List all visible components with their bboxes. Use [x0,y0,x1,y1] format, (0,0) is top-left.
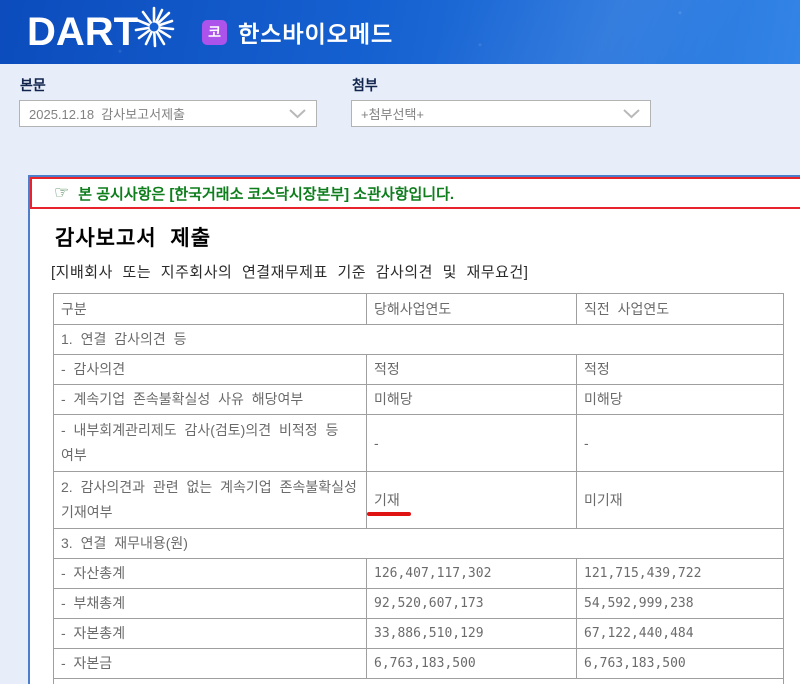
prior-year-value: 6,763,183,500 [577,649,784,679]
row-label: - 자본총계 [54,619,367,649]
row-label: - 계속기업 존속불확실성 사유 해당여부 [54,385,367,415]
top-header: DART 코 한스바이오메드 [0,0,800,64]
prior-year-value: 적정 [577,355,784,385]
jurisdiction-notice-text: 본 공시사항은 [한국거래소 코스닥시장본부] 소관사항입니다. [78,183,454,204]
dart-logo[interactable]: DART [27,12,177,52]
chevron-down-icon [622,108,641,119]
market-badge-kosdaq: 코 [202,20,227,45]
table-row: 3. 연결 재무내용(원) [54,529,784,559]
report-subtitle: [지배회사 또는 지주회사의 연결재무제표 기준 감사의견 및 재무요건] [51,264,800,282]
prior-year-value: 54,592,999,238 [577,589,784,619]
document-select[interactable]: 2025.12.18 감사보고서제출 [19,100,317,127]
document-viewer: ☞ 본 공시사항은 [한국거래소 코스닥시장본부] 소관사항입니다. 감사보고서… [28,175,800,684]
table-header-row: 구분 당해사업연도 직전 사업연도 [54,294,784,325]
audit-report-table: 구분 당해사업연도 직전 사업연도 1. 연결 감사의견 등- 감사의견적정적정… [53,293,784,684]
current-year-value: 미해당 [367,385,577,415]
table-row: - 감사의견적정적정 [54,355,784,385]
row-label: - 감사의견 [54,355,367,385]
current-year-value: 적정 [367,355,577,385]
red-underlined-value: 기재 [374,488,400,513]
table-row: - 자본금6,763,183,5006,763,183,500 [54,649,784,679]
current-year-value: - [367,415,577,472]
jurisdiction-notice: ☞ 본 공시사항은 [한국거래소 코스닥시장본부] 소관사항입니다. [30,177,800,209]
table-row: 4. 연결 손익내용(원) [54,679,784,684]
current-year-value: 6,763,183,500 [367,649,577,679]
attachment-select-group: 첨부 +첨부선택+ [351,75,651,127]
table-row: - 계속기업 존속불확실성 사유 해당여부미해당미해당 [54,385,784,415]
table-row: - 자본총계33,886,510,12967,122,440,484 [54,619,784,649]
document-select-value: 2025.12.18 감사보고서제출 [29,104,185,123]
filter-band: 본문 2025.12.18 감사보고서제출 첨부 +첨부선택+ [0,64,800,175]
row-label: - 자산총계 [54,559,367,589]
row-label: - 부채총계 [54,589,367,619]
document-select-group: 본문 2025.12.18 감사보고서제출 [19,75,317,127]
prior-year-value: 미해당 [577,385,784,415]
current-year-value: 33,886,510,129 [367,619,577,649]
row-label: 2. 감사의견과 관련 없는 계속기업 존속불확실성 기재여부 [54,472,367,529]
section-row-label: 1. 연결 감사의견 등 [54,325,784,355]
table-row: - 내부회계관리제도 감사(검토)의견 비적정 등 여부-- [54,415,784,472]
section-row-label: 4. 연결 손익내용(원) [54,679,784,684]
table-row: - 부채총계92,520,607,17354,592,999,238 [54,589,784,619]
prior-year-value: - [577,415,784,472]
dart-pinwheel-icon [131,4,177,50]
company-name: 한스바이오메드 [238,15,393,49]
document-select-label: 본문 [20,75,317,95]
prior-year-value: 67,122,440,484 [577,619,784,649]
current-year-value: 126,407,117,302 [367,559,577,589]
current-year-value: 기재 [367,472,577,529]
column-header-category: 구분 [54,294,367,325]
table-row: 1. 연결 감사의견 등 [54,325,784,355]
table-row: - 자산총계126,407,117,302121,715,439,722 [54,559,784,589]
section-row-label: 3. 연결 재무내용(원) [54,529,784,559]
current-year-value: 92,520,607,173 [367,589,577,619]
prior-year-value: 121,715,439,722 [577,559,784,589]
chevron-down-icon [288,108,307,119]
attachment-select-label: 첨부 [352,75,651,95]
report-title: 감사보고서 제출 [55,226,800,251]
dart-logo-text: DART [27,12,138,52]
column-header-prior-year: 직전 사업연도 [577,294,784,325]
row-label: - 내부회계관리제도 감사(검토)의견 비적정 등 여부 [54,415,367,472]
column-header-current-year: 당해사업연도 [367,294,577,325]
prior-year-value: 미기재 [577,472,784,529]
attachment-select-value: +첨부선택+ [361,104,424,123]
attachment-select[interactable]: +첨부선택+ [351,100,651,127]
row-label: - 자본금 [54,649,367,679]
pointing-hand-icon: ☞ [54,183,69,203]
table-row: 2. 감사의견과 관련 없는 계속기업 존속불확실성 기재여부 기재 미기재 [54,472,784,529]
